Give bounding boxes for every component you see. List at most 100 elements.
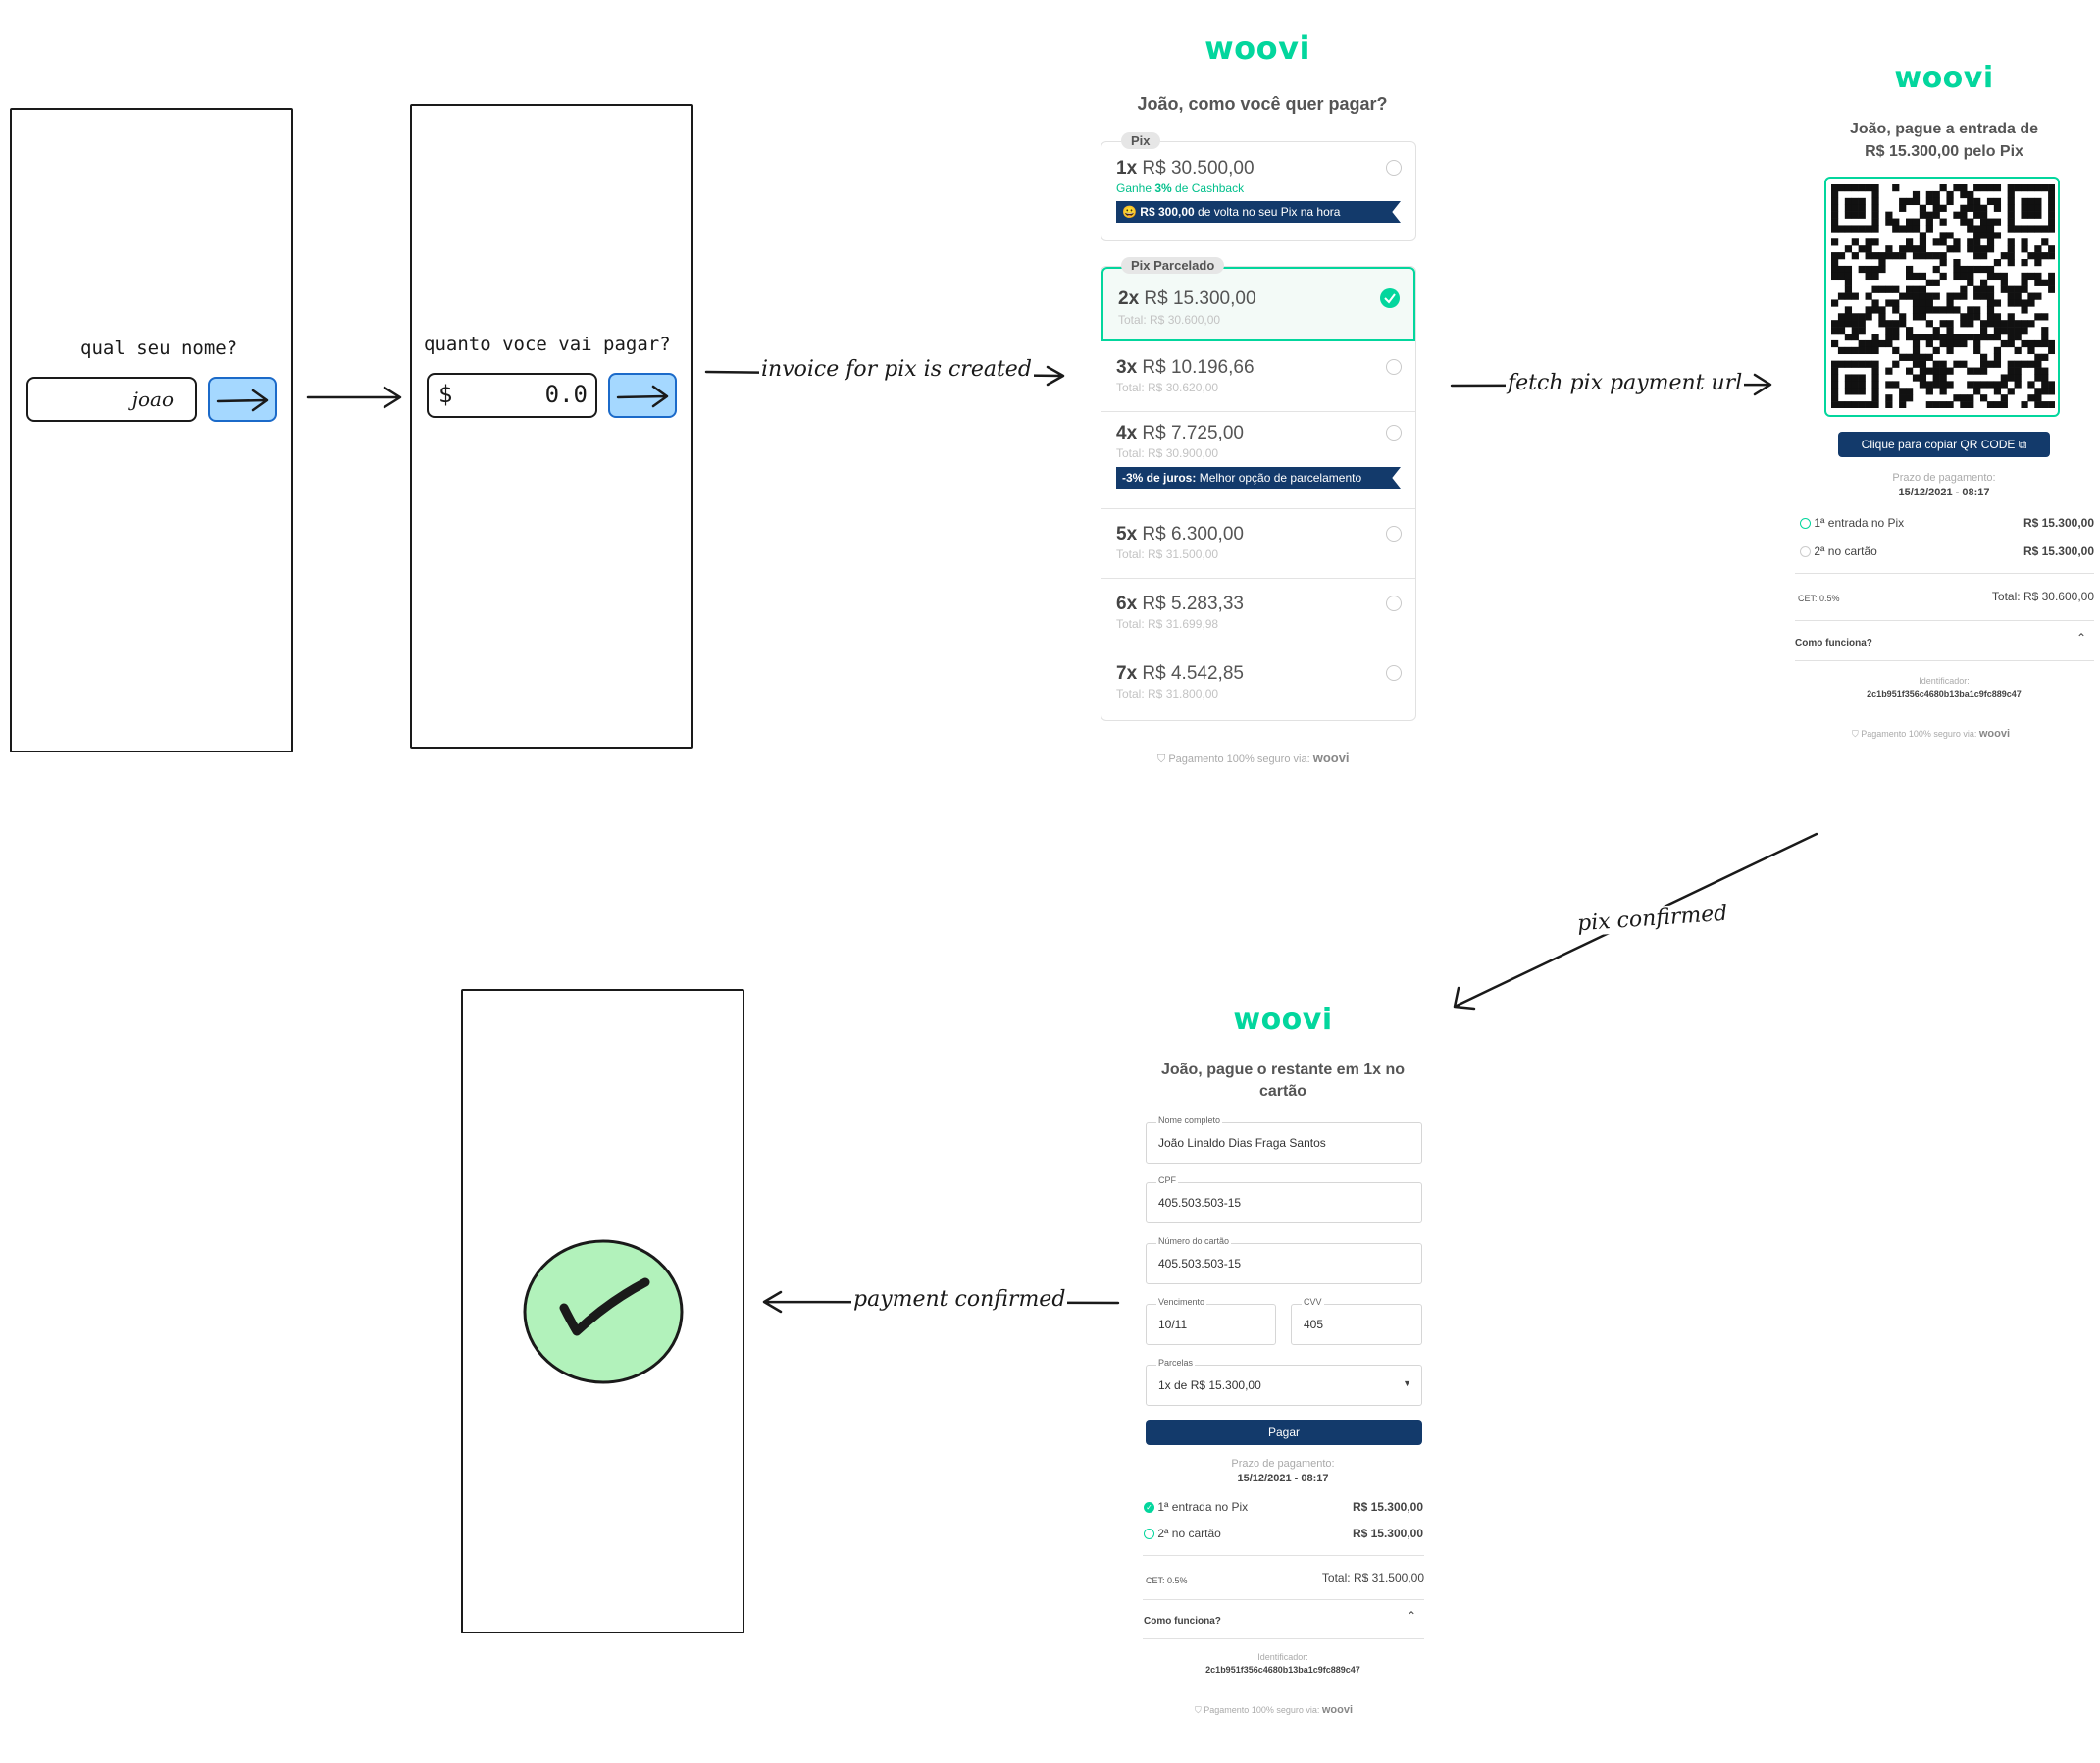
qr-module bbox=[1871, 265, 1879, 274]
qr-module bbox=[1831, 381, 1839, 389]
qr-module bbox=[2014, 360, 2022, 368]
card-number-field[interactable]: Número do cartão 405.503.503-15 bbox=[1146, 1236, 1422, 1284]
installments-select[interactable]: Parcelas 1x de R$ 15.300,00 ▼ bbox=[1146, 1358, 1422, 1406]
qr-module bbox=[1871, 197, 1879, 206]
radio[interactable] bbox=[1386, 526, 1402, 542]
installment-option-6x[interactable]: 6x R$ 5.283,33 Total: R$ 31.699,98 bbox=[1101, 578, 1415, 648]
qr-module bbox=[1919, 313, 1927, 321]
qr-module bbox=[1892, 218, 1900, 226]
radio[interactable] bbox=[1386, 596, 1402, 611]
qr-module bbox=[2007, 320, 2015, 328]
next-button[interactable] bbox=[208, 377, 277, 422]
qr-module bbox=[1871, 367, 1879, 375]
qr-module bbox=[1993, 320, 2002, 328]
name-input-value: joao bbox=[131, 388, 174, 411]
qr-module bbox=[2000, 285, 2008, 293]
radio[interactable] bbox=[1386, 425, 1402, 441]
qr-module bbox=[1871, 299, 1879, 307]
qr-module bbox=[1885, 299, 1893, 307]
qr-module bbox=[1980, 367, 1988, 375]
pay-button[interactable]: Pagar bbox=[1146, 1420, 1422, 1445]
qr-module bbox=[1844, 197, 1853, 206]
qr-module bbox=[1858, 225, 1866, 233]
qr-module bbox=[1851, 381, 1859, 389]
qr-module bbox=[2007, 292, 2015, 300]
qr-module bbox=[1858, 211, 1866, 219]
qr-module bbox=[1986, 334, 1995, 341]
qr-module bbox=[1899, 197, 1907, 206]
qr-module bbox=[1973, 184, 1981, 192]
qr-module bbox=[1960, 360, 1968, 368]
qr-module bbox=[1993, 232, 2002, 239]
qr-module bbox=[1831, 184, 1839, 192]
secure-footer: ⛉ Pagamento 100% seguro via: woovi bbox=[1157, 751, 1350, 765]
qr-module bbox=[2034, 388, 2042, 395]
qr-module bbox=[1993, 218, 2002, 226]
qr-module bbox=[1871, 401, 1879, 408]
qr-module bbox=[1844, 272, 1853, 281]
qr-module bbox=[1939, 218, 1947, 226]
cvv-field[interactable]: CVV 405 bbox=[1291, 1297, 1422, 1345]
divider bbox=[1795, 620, 2094, 621]
pix-radio[interactable] bbox=[1386, 160, 1402, 176]
qr-module bbox=[2021, 204, 2028, 212]
qr-module bbox=[2027, 360, 2035, 368]
qr-how-it-works[interactable]: Como funciona? ⌃ bbox=[1795, 631, 2094, 652]
qr-module bbox=[1844, 320, 1853, 328]
qr-module bbox=[1939, 320, 1947, 328]
qr-module bbox=[1967, 218, 1974, 226]
qr-module bbox=[1831, 259, 1839, 267]
qr-module bbox=[2000, 401, 2008, 408]
qr-module bbox=[1967, 204, 1974, 212]
qr-module bbox=[2014, 225, 2022, 233]
qr-module bbox=[1892, 299, 1900, 307]
installment-option-5x[interactable]: 5x R$ 6.300,00 Total: R$ 31.500,00 bbox=[1101, 508, 1415, 579]
qr-module bbox=[2021, 306, 2028, 314]
qr-module bbox=[1885, 401, 1893, 408]
qr-module bbox=[1986, 225, 1995, 233]
qr-module bbox=[1844, 313, 1853, 321]
next-button[interactable] bbox=[608, 373, 677, 418]
full-name-field[interactable]: Nome completo João Linaldo Dias Fraga Sa… bbox=[1146, 1115, 1422, 1164]
qr-code-icon bbox=[1831, 184, 2055, 408]
qr-module bbox=[1986, 360, 1995, 368]
options-title: João, como você quer pagar? bbox=[1137, 94, 1388, 114]
qr-module bbox=[1960, 339, 1968, 348]
qr-module bbox=[1831, 252, 1839, 260]
qr-module bbox=[2007, 374, 2015, 382]
installment-option-7x[interactable]: 7x R$ 4.542,85 Total: R$ 31.800,00 bbox=[1101, 648, 1415, 718]
pix-option[interactable]: 1x R$ 30.500,00 Ganhe 3% de Cashback 😀 R… bbox=[1101, 142, 1415, 240]
radio[interactable] bbox=[1386, 665, 1402, 681]
card-step-1: ✓ 1ª entrada no Pix R$ 15.300,00 bbox=[1144, 1500, 1423, 1514]
qr-module bbox=[1892, 285, 1900, 293]
card-total: Total: R$ 31.500,00 bbox=[1321, 1571, 1424, 1584]
card-deadline-label: Prazo de pagamento: bbox=[1231, 1458, 1335, 1470]
copy-qr-button[interactable]: Clique para copiar QR CODE ⧉ bbox=[1838, 432, 2050, 457]
qr-module bbox=[1925, 320, 1933, 328]
name-input[interactable]: joao bbox=[26, 377, 197, 422]
qr-module bbox=[1993, 388, 2002, 395]
qr-module bbox=[1865, 238, 1872, 246]
installment-option-3x[interactable]: 3x R$ 10.196,66 Total: R$ 30.620,00 bbox=[1101, 341, 1415, 412]
radio[interactable] bbox=[1386, 359, 1402, 375]
qr-module bbox=[1973, 245, 1981, 253]
installment-option-2x[interactable]: 2x R$ 15.300,00 Total: R$ 30.600,00 bbox=[1101, 267, 1415, 341]
qr-module bbox=[2027, 381, 2035, 389]
qr-module bbox=[1831, 218, 1839, 226]
qr-module bbox=[2027, 225, 2035, 233]
card-identifier-label: Identificador: bbox=[1257, 1652, 1308, 1662]
qr-module bbox=[1946, 292, 1954, 300]
expiry-field[interactable]: Vencimento 10/11 bbox=[1146, 1297, 1276, 1345]
qr-module bbox=[1919, 381, 1927, 389]
cpf-field[interactable]: CPF 405.503.503-15 bbox=[1146, 1175, 1422, 1223]
qr-module bbox=[1844, 401, 1853, 408]
qr-module bbox=[1973, 211, 1981, 219]
installment-option-4x[interactable]: 4x R$ 7.725,00 Total: R$ 30.900,00 -3% d… bbox=[1101, 411, 1415, 509]
qr-module bbox=[1925, 190, 1933, 199]
card-how-it-works[interactable]: Como funciona? ⌃ bbox=[1144, 1609, 1424, 1631]
amount-input[interactable]: $ 0.0 bbox=[427, 373, 597, 418]
qr-module bbox=[1960, 292, 1968, 300]
card-cet: CET: 0.5% bbox=[1146, 1576, 1188, 1585]
qr-module bbox=[1973, 252, 1981, 260]
qr-module bbox=[2007, 388, 2015, 395]
